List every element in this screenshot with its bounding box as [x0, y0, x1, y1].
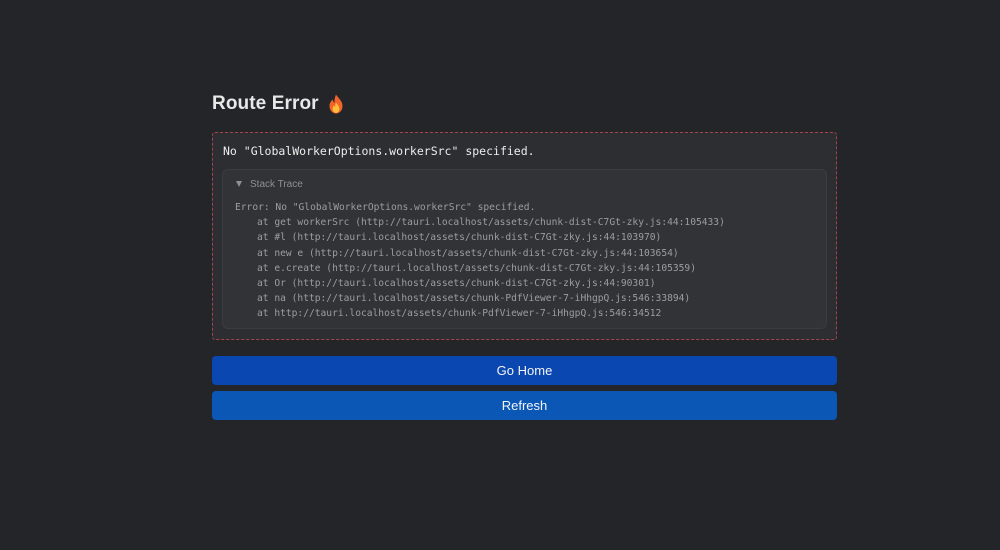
error-message: No "GlobalWorkerOptions.workerSrc" speci… [223, 144, 535, 158]
page-title: Route Error [212, 93, 319, 114]
route-error-page: Route Error No "GlobalWorkerOptions.work… [0, 0, 1000, 550]
stack-trace-error-line: Error: No "GlobalWorkerOptions.workerSrc… [235, 202, 536, 213]
stack-trace-frame: at new e (http://tauri.localhost/assets/… [257, 247, 679, 259]
stack-trace-panel: Stack Trace Error: No "GlobalWorkerOptio… [222, 169, 827, 329]
refresh-button[interactable]: Refresh [212, 391, 837, 420]
stack-trace-label: Stack Trace [250, 178, 303, 190]
error-container: Route Error No "GlobalWorkerOptions.work… [212, 90, 837, 420]
fire-icon [327, 94, 345, 114]
stack-trace-frame: at Or (http://tauri.localhost/assets/chu… [257, 277, 656, 289]
stack-trace-frame: at #l (http://tauri.localhost/assets/chu… [257, 232, 662, 244]
error-box: No "GlobalWorkerOptions.workerSrc" speci… [212, 132, 837, 340]
stack-trace-frame: at http://tauri.localhost/assets/chunk-P… [257, 308, 662, 320]
stack-trace-frame: at na (http://tauri.localhost/assets/chu… [257, 293, 691, 305]
title-row: Route Error [212, 90, 837, 118]
stack-trace-frame: at get workerSrc (http://tauri.localhost… [257, 217, 725, 229]
stack-trace-toggle[interactable]: Stack Trace [235, 177, 814, 191]
disclosure-triangle-icon [236, 181, 242, 187]
stack-trace-content: Error: No "GlobalWorkerOptions.workerSrc… [235, 200, 814, 322]
go-home-button[interactable]: Go Home [212, 356, 837, 385]
go-home-label: Go Home [496, 363, 553, 378]
stack-trace-frame: at e.create (http://tauri.localhost/asse… [257, 262, 696, 274]
refresh-label: Refresh [501, 398, 548, 413]
